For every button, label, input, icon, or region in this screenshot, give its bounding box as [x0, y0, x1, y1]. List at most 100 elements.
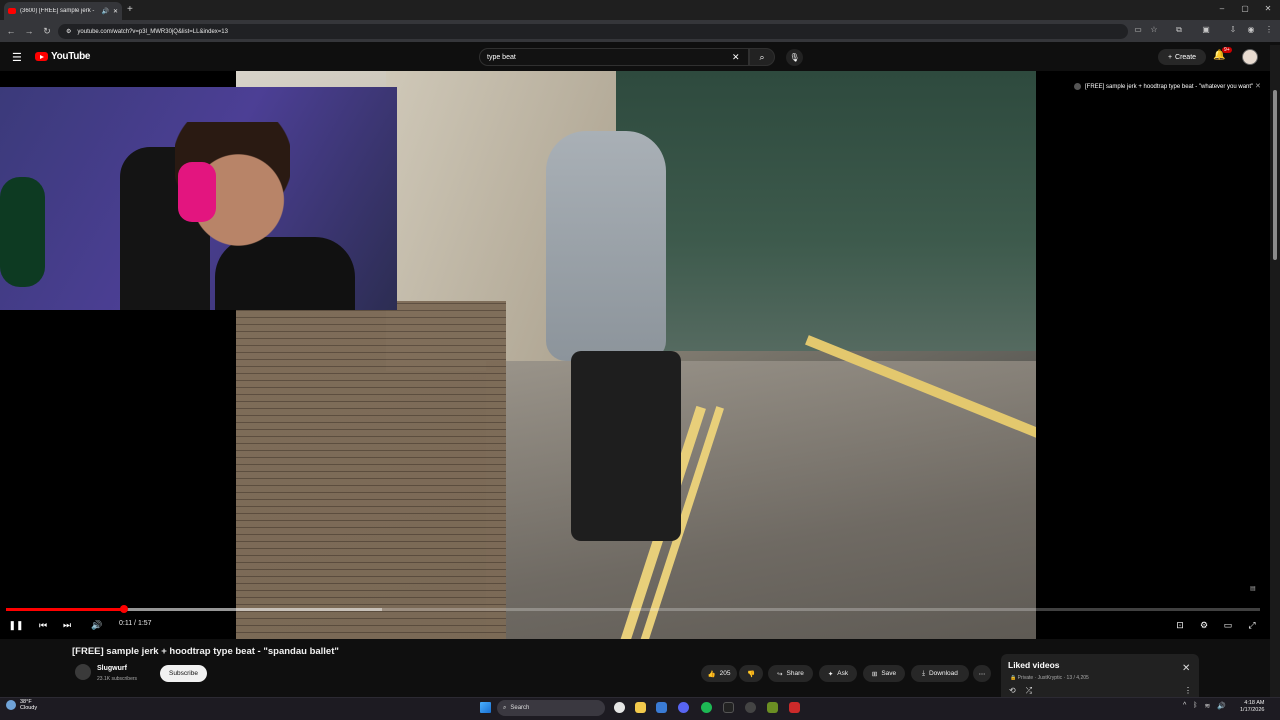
subscribe-button[interactable]: Subscribe	[160, 665, 207, 682]
ask-button[interactable]: ✦ Ask	[819, 665, 857, 682]
clock-date: 1/17/2026	[1240, 707, 1265, 713]
more-actions-button[interactable]: ⋯	[973, 665, 991, 682]
bookmark-star-icon[interactable]: ☆	[1147, 25, 1161, 34]
playlist-close-icon[interactable]: ✕	[1182, 663, 1190, 674]
legs-shape	[571, 351, 681, 541]
next-icon[interactable]: ⏭	[59, 618, 75, 632]
reload-icon[interactable]: ↻	[40, 24, 54, 38]
save-button[interactable]: ⊞ Save	[863, 665, 905, 682]
youtube-play-icon	[35, 52, 48, 61]
ask-label: Ask	[837, 670, 849, 677]
url-text: youtube.com/watch?v=p3l_MWR30jQ&list=LL&…	[77, 28, 228, 35]
dislike-button[interactable]: 👎	[739, 665, 763, 682]
notifications-badge: 9+	[1222, 47, 1232, 53]
search-icon: ⌕	[759, 51, 765, 62]
share-button[interactable]: ↪ Share	[768, 665, 813, 682]
taskbar-clock[interactable]: 4:18 AM 1/17/2026	[1240, 700, 1264, 714]
cast-icon[interactable]: ▭	[1131, 25, 1145, 34]
volume-icon[interactable]: 🔊	[89, 618, 105, 632]
url-bar[interactable]: ⚙ youtube.com/watch?v=p3l_MWR30jQ&list=L…	[58, 24, 1128, 39]
clock-time: 4:18 AM	[1244, 700, 1265, 706]
video-overlay-title[interactable]: [FREE] sample jerk + hoodtrap type beat …	[1074, 83, 1253, 90]
profile-icon[interactable]: ◉	[1244, 25, 1258, 34]
taskbar-search-label: Search	[510, 705, 530, 711]
app-icon[interactable]	[767, 702, 778, 713]
search-button[interactable]: ⌕	[749, 48, 775, 66]
scrubber-handle[interactable]	[119, 605, 128, 613]
tray-chevron-icon[interactable]: ^	[1183, 702, 1186, 710]
search-input[interactable]: type beat ✕	[479, 48, 749, 66]
youtube-logo[interactable]: YouTube	[35, 51, 91, 62]
mail-icon[interactable]	[656, 702, 667, 713]
back-icon[interactable]: ←	[4, 24, 18, 38]
scrollbar-thumb[interactable]	[1273, 90, 1277, 260]
brick-wall-image	[236, 301, 506, 639]
discord-icon[interactable]	[678, 702, 689, 713]
theater-mode-icon[interactable]: ▭	[1220, 618, 1236, 632]
thumbs-up-icon: 👍	[707, 670, 716, 678]
app-icon[interactable]	[789, 702, 800, 713]
hoodie-shape	[546, 131, 666, 361]
extensions-icon[interactable]: ⧉	[1172, 25, 1186, 35]
wifi-icon[interactable]: ≋	[1205, 702, 1211, 710]
previous-icon[interactable]: ⏮	[35, 618, 51, 632]
like-count: 205	[719, 670, 731, 677]
settings-gear-icon[interactable]: ⚙	[1196, 618, 1212, 632]
channel-thumb-icon	[1074, 83, 1081, 90]
channel-name[interactable]: Slugwurf	[97, 665, 127, 672]
channel-avatar[interactable]	[75, 664, 91, 680]
bluetooth-icon[interactable]: ᛒ	[1193, 702, 1197, 710]
forward-icon[interactable]: →	[22, 24, 36, 38]
file-explorer-icon[interactable]	[635, 702, 646, 713]
downloads-icon[interactable]: ⇩	[1226, 25, 1240, 34]
windows-start-icon[interactable]	[480, 702, 491, 713]
app-icon[interactable]	[723, 702, 734, 713]
sidebar-icon[interactable]: ▣	[1199, 25, 1213, 34]
tab-title: (3600) [FREE] sample jerk -	[20, 8, 95, 14]
obs-icon[interactable]	[745, 702, 756, 713]
loop-icon[interactable]: ⟲	[1009, 686, 1016, 696]
create-button[interactable]: + Create	[1158, 49, 1206, 65]
green-building-image	[616, 71, 1036, 351]
download-button[interactable]: ⤓ Download	[911, 665, 969, 682]
overlay-close-icon[interactable]: ✕	[1255, 82, 1261, 90]
new-tab-button[interactable]: +	[127, 4, 133, 15]
played-bar	[6, 608, 124, 611]
hooded-person-image	[546, 131, 681, 541]
window-close-button[interactable]: ✕	[1258, 4, 1278, 13]
account-avatar[interactable]	[1242, 49, 1258, 65]
speaker-icon[interactable]: 🔊	[1217, 702, 1226, 710]
chrome-icon[interactable]	[614, 702, 625, 713]
progress-bar[interactable]	[6, 608, 1260, 611]
playlist-owner[interactable]: JustKryptic	[1038, 675, 1062, 681]
taskbar-search[interactable]: ⌕ Search	[497, 700, 605, 716]
like-button[interactable]: 👍 205	[701, 665, 737, 682]
sparkle-icon: ✦	[827, 670, 834, 678]
spotify-icon[interactable]	[701, 702, 712, 713]
voice-search-button[interactable]: 🎙	[786, 49, 803, 66]
pause-icon[interactable]: ❚❚	[8, 618, 24, 632]
share-icon: ↪	[777, 670, 783, 678]
site-info-icon[interactable]: ⚙	[66, 28, 71, 35]
fullscreen-icon[interactable]: ⤢	[1244, 618, 1260, 632]
microphone-icon: 🎙	[789, 53, 800, 62]
shuffle-icon[interactable]: ⤮	[1026, 686, 1032, 696]
save-label: Save	[881, 670, 897, 677]
tab-close-icon[interactable]: ✕	[113, 8, 118, 15]
clear-search-icon[interactable]: ✕	[732, 52, 740, 63]
playlist-position: 13 / 4,205	[1066, 675, 1089, 681]
playlist-title[interactable]: Liked videos	[1008, 660, 1060, 670]
minimize-button[interactable]: –	[1212, 4, 1232, 13]
tab-audio-icon[interactable]: 🔊	[101, 8, 108, 15]
browser-menu-icon[interactable]: ⋮	[1262, 25, 1276, 34]
playlist-menu-icon[interactable]: ⋮	[1184, 686, 1192, 695]
browser-tab-strip	[0, 0, 1280, 20]
weather-widget[interactable]: 38°F Cloudy	[6, 699, 37, 711]
taskbar-search-icon: ⌕	[503, 704, 507, 711]
captions-icon[interactable]: ⊡	[1172, 618, 1188, 632]
weather-icon	[6, 700, 16, 710]
hamburger-menu-icon[interactable]: ☰	[12, 51, 22, 64]
maximize-button[interactable]: ▢	[1235, 4, 1255, 13]
browser-tab[interactable]: (3600) [FREE] sample jerk - 🔊 ✕	[4, 2, 122, 20]
save-icon: ⊞	[871, 670, 878, 678]
